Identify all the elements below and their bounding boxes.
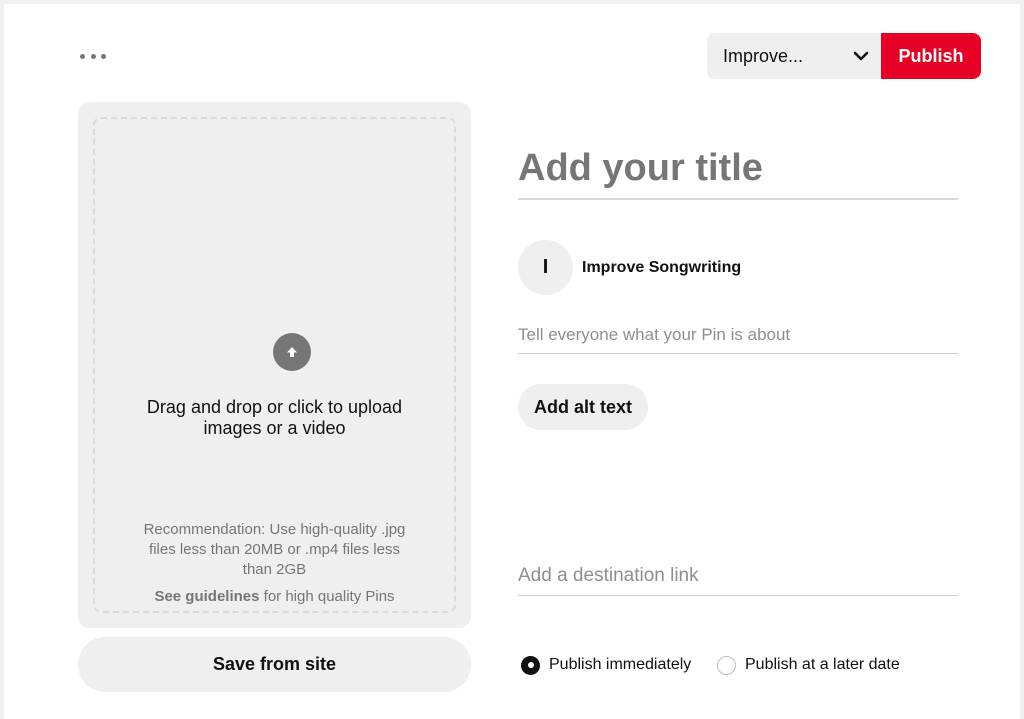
board-select-dropdown[interactable]: Improve...: [707, 33, 883, 79]
radio-unselected-icon[interactable]: [717, 655, 736, 675]
upload-recommendation: Recommendation: Use high-quality .jpg fi…: [143, 521, 406, 578]
dot: [80, 53, 85, 59]
publish-button[interactable]: Publish: [881, 33, 981, 79]
description-input[interactable]: [518, 316, 958, 354]
dot: [90, 53, 96, 59]
board-name: Improve Songwriting: [582, 259, 742, 276]
upload-area: Drag and drop or click to upload images …: [78, 102, 471, 628]
upload-arrow-icon: [273, 333, 311, 371]
radio-label: Publish immediately: [549, 656, 692, 673]
board-select-value: Improve...: [723, 45, 804, 66]
guidelines-link[interactable]: See guidelines: [154, 588, 259, 605]
radio-label: Publish at a later date: [745, 656, 900, 673]
publish-immediately-option[interactable]: Publish immediately: [521, 654, 691, 676]
radio-selected-icon[interactable]: [521, 655, 540, 675]
dot: [101, 53, 106, 59]
upload-instruction: Drag and drop or click to upload images …: [146, 397, 403, 438]
chevron-down-icon: [847, 42, 875, 70]
guidelines-suffix: for high quality Pins: [259, 588, 395, 605]
publish-later-option[interactable]: Publish at a later date: [717, 654, 900, 676]
board-avatar: I: [518, 240, 573, 295]
add-alt-text-button[interactable]: Add alt text: [518, 384, 648, 430]
upload-dropzone[interactable]: Drag and drop or click to upload images …: [93, 117, 456, 613]
pin-builder-card: Improve... Publish Drag and drop or clic…: [4, 4, 1020, 719]
save-from-site-button[interactable]: Save from site: [78, 637, 471, 692]
guidelines-text: See guidelines for high quality Pins: [95, 588, 454, 605]
title-input[interactable]: [518, 138, 958, 200]
destination-link-input[interactable]: [518, 556, 958, 596]
more-horizontal-icon[interactable]: [80, 50, 106, 62]
